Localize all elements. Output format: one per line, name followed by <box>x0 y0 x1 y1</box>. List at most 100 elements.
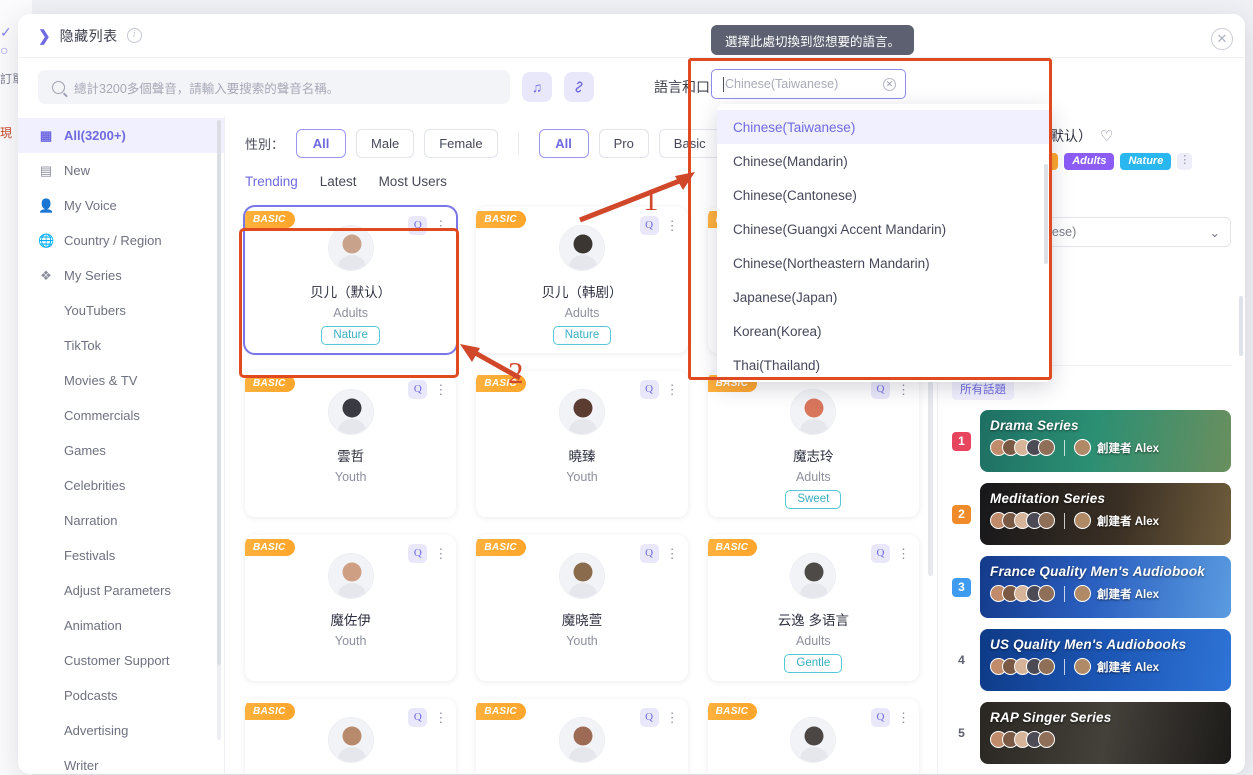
info-icon[interactable]: i <box>126 28 142 43</box>
series-row[interactable]: 3 France Quality Men's Audiobook 創建者 Alex <box>952 556 1231 618</box>
language-option[interactable]: Korean(Korea) <box>717 314 1052 348</box>
card-menu-icon[interactable]: ⋮ <box>434 547 447 560</box>
preview-search-icon[interactable]: Q <box>639 380 659 399</box>
sidebar-item-all[interactable]: ▦ All(3200+) <box>18 118 224 153</box>
preview-search-icon[interactable]: Q <box>639 708 659 727</box>
series-card[interactable]: Meditation Series 創建者 Alex <box>980 483 1231 545</box>
preview-search-icon[interactable]: Q <box>408 708 428 727</box>
card-menu-icon[interactable]: ⋮ <box>434 383 447 396</box>
language-option[interactable]: Japanese(Japan) <box>717 280 1052 314</box>
card-menu-icon[interactable]: ⋮ <box>897 711 910 724</box>
language-option[interactable]: Chinese(Taiwanese) <box>717 110 1052 144</box>
voice-age-group: Adults <box>795 634 831 648</box>
sidebar-item-movies-tv[interactable]: Movies & TV <box>18 363 224 398</box>
series-card[interactable]: Drama Series 創建者 Alex <box>980 410 1231 472</box>
series-row[interactable]: 1 Drama Series 創建者 Alex <box>952 410 1231 472</box>
sidebar-scrollbar[interactable] <box>217 120 221 740</box>
sidebar-item-adjust-parameters[interactable]: Adjust Parameters <box>18 573 224 608</box>
preview-search-icon[interactable]: Q <box>408 544 428 563</box>
tab-latest[interactable]: Latest <box>320 174 357 189</box>
sidebar-item-my-series[interactable]: ❖ My Series <box>18 258 224 293</box>
tab-most-users[interactable]: Most Users <box>379 174 447 189</box>
sidebar-item-writer[interactable]: Writer <box>18 748 224 774</box>
preview-search-icon[interactable]: Q <box>408 216 428 235</box>
series-row[interactable]: 5 RAP Singer Series <box>952 702 1231 764</box>
sidebar-item-customer-support[interactable]: Customer Support <box>18 643 224 678</box>
preview-search-icon[interactable]: Q <box>639 544 659 563</box>
voice-card[interactable]: BASIC Q ⋮ 贝儿（默认） Adults Nature <box>242 205 459 355</box>
avatar <box>327 389 374 435</box>
plan-badge: BASIC <box>245 211 295 228</box>
favorite-heart-icon[interactable]: ♡ <box>1100 127 1113 145</box>
sidebar-item-celebrities[interactable]: Celebrities <box>18 468 224 503</box>
tab-trending[interactable]: Trending <box>245 174 298 189</box>
search-input[interactable]: 總計3200多個聲音，請輸入要搜索的聲音名稱。 <box>38 70 510 104</box>
sidebar-item-tiktok[interactable]: TikTok <box>18 328 224 363</box>
series-row[interactable]: 2 Meditation Series 創建者 Alex <box>952 483 1231 545</box>
voice-card[interactable]: BASIC Q ⋮ 魔志玲 Adults Sweet <box>707 371 919 517</box>
series-card[interactable]: US Quality Men's Audiobooks 創建者 Alex <box>980 629 1231 691</box>
series-card[interactable]: France Quality Men's Audiobook 創建者 Alex <box>980 556 1231 618</box>
language-search-input[interactable]: Chinese(Taiwanese) ✕ <box>711 69 906 99</box>
card-tools: Q⋮ <box>408 216 447 235</box>
owner-avatar <box>1074 439 1091 456</box>
preview-search-icon[interactable]: Q <box>870 708 890 727</box>
close-icon[interactable]: ✕ <box>1211 28 1233 50</box>
sidebar-item-games[interactable]: Games <box>18 433 224 468</box>
card-menu-icon[interactable]: ⋮ <box>434 219 447 232</box>
gender-filter-male[interactable]: Male <box>356 128 415 158</box>
series-row[interactable]: 4 US Quality Men's Audiobooks 創建者 Alex <box>952 629 1231 691</box>
voice-card[interactable]: BASIC Q ⋮ 魔晓萱 Youth <box>476 535 688 681</box>
gender-filter-female[interactable]: Female <box>424 128 498 158</box>
plan-filter-all[interactable]: All <box>538 128 589 158</box>
link-icon[interactable] <box>564 72 594 102</box>
sidebar-item-advertising[interactable]: Advertising <box>18 713 224 748</box>
sidebar-item-narration[interactable]: Narration <box>18 503 224 538</box>
language-option[interactable]: Thai(Thailand) <box>717 348 1052 382</box>
series-owner: 創建者 Alex <box>1097 661 1159 674</box>
voice-detail-menu-icon[interactable]: ⋮ <box>1177 153 1193 170</box>
voice-card[interactable]: BASIC Q ⋮ 曉臻 Youth <box>476 371 688 517</box>
collapse-chevron-icon[interactable]: ❯ <box>38 27 51 45</box>
sidebar-item-my-voice[interactable]: 👤 My Voice <box>18 188 224 223</box>
music-note-icon[interactable]: ♫ <box>522 72 552 102</box>
voice-card[interactable]: BASIC Q ⋮ 云逸 多语言 Adults Gentle <box>707 535 919 681</box>
card-menu-icon[interactable]: ⋮ <box>897 383 910 396</box>
sidebar-item-youtubers[interactable]: YouTubers <box>18 293 224 328</box>
plan-filter-basic[interactable]: Basic <box>658 128 721 158</box>
gender-filter-all[interactable]: All <box>296 128 347 158</box>
plan-filter-pro[interactable]: Pro <box>598 128 649 158</box>
sidebar-item-festivals[interactable]: Festivals <box>18 538 224 573</box>
sidebar-item-commercials[interactable]: Commercials <box>18 398 224 433</box>
sidebar-item-animation[interactable]: Animation <box>18 608 224 643</box>
language-option[interactable]: Chinese(Cantonese) <box>717 178 1052 212</box>
voice-card[interactable]: BASICQ⋮ <box>707 699 919 774</box>
language-option[interactable]: Chinese(Northeastern Mandarin) <box>717 246 1052 280</box>
voice-card[interactable]: BASIC Q ⋮ 雲哲 Youth <box>245 371 457 517</box>
card-menu-icon[interactable]: ⋮ <box>666 547 679 560</box>
voice-card[interactable]: BASICQ⋮ <box>245 699 457 774</box>
right-panel-scrollbar[interactable] <box>1239 296 1243 356</box>
card-menu-icon[interactable]: ⋮ <box>897 547 910 560</box>
language-option[interactable]: Chinese(Guangxi Accent Mandarin) <box>717 212 1052 246</box>
preview-search-icon[interactable]: Q <box>408 380 428 399</box>
voice-card[interactable]: BASICQ⋮ <box>476 699 688 774</box>
language-menu-scrollbar[interactable] <box>1044 164 1048 264</box>
preview-search-icon[interactable]: Q <box>870 380 890 399</box>
sidebar-item-country-region[interactable]: 🌐 Country / Region <box>18 223 224 258</box>
clear-icon[interactable]: ✕ <box>883 77 896 91</box>
series-card[interactable]: RAP Singer Series <box>980 702 1231 764</box>
preview-search-icon[interactable]: Q <box>870 544 890 563</box>
preview-search-icon[interactable]: Q <box>639 216 659 235</box>
card-menu-icon[interactable]: ⋮ <box>666 383 679 396</box>
voice-card[interactable]: BASIC Q ⋮ 魔佐伊 Youth <box>245 535 457 681</box>
sidebar-item-podcasts[interactable]: Podcasts <box>18 678 224 713</box>
language-option[interactable]: Chinese(Mandarin) <box>717 144 1052 178</box>
card-menu-icon[interactable]: ⋮ <box>666 711 679 724</box>
voice-card[interactable]: BASIC Q ⋮ 贝儿（韩剧） Adults Nature <box>476 207 688 353</box>
sidebar-item-label: Country / Region <box>64 233 162 248</box>
card-menu-icon[interactable]: ⋮ <box>434 711 447 724</box>
divider <box>1064 585 1065 602</box>
card-menu-icon[interactable]: ⋮ <box>666 219 679 232</box>
sidebar-item-new[interactable]: ▤ New <box>18 153 224 188</box>
